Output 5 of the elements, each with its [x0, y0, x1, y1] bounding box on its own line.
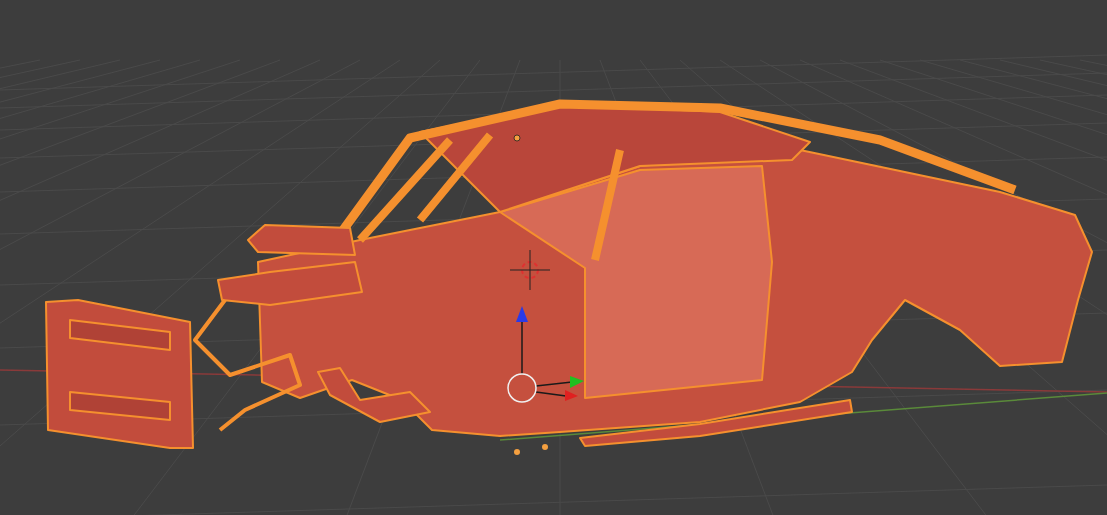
origin-dot[interactable]	[542, 444, 548, 450]
car-body-drawing[interactable]	[45, 99, 1093, 449]
origin-dot[interactable]	[513, 134, 521, 142]
transform-gizmo[interactable]	[507, 306, 584, 403]
origin-dot[interactable]	[514, 449, 520, 455]
